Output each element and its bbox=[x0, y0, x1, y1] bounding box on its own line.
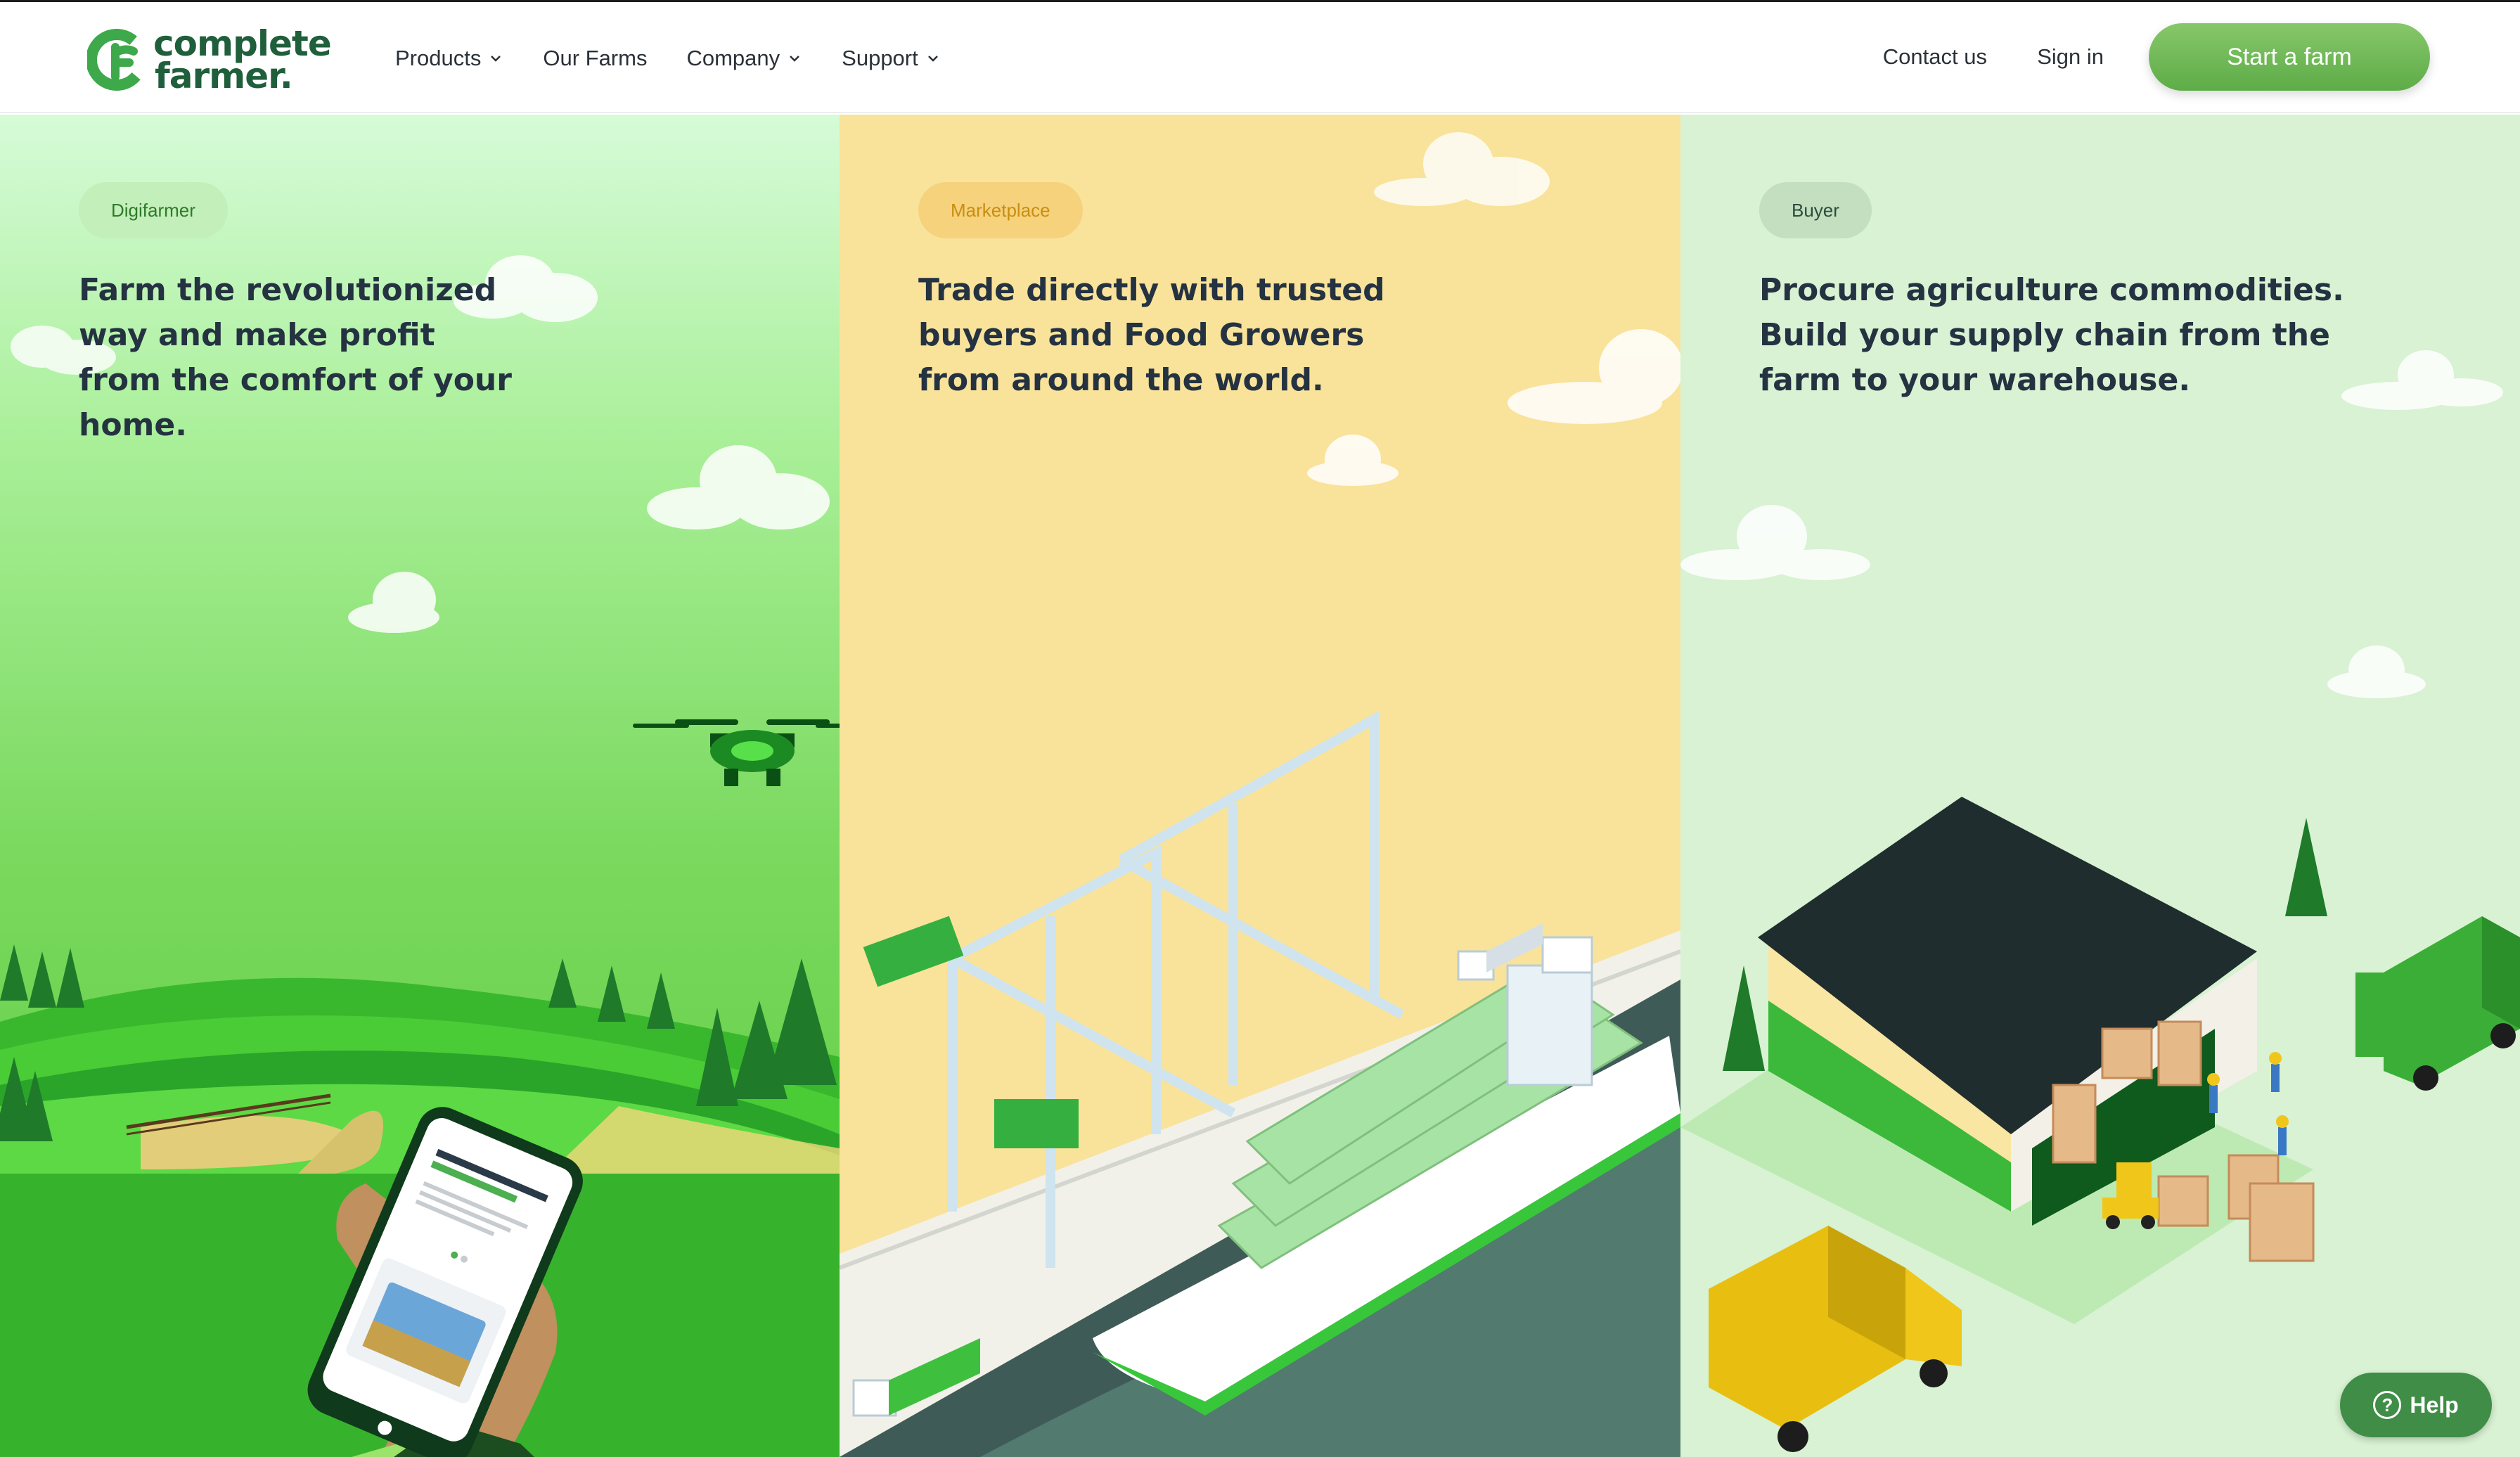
nav-company[interactable]: Company bbox=[686, 46, 802, 71]
truck-icon bbox=[1709, 1226, 1962, 1452]
start-a-farm-button[interactable]: Start a farm bbox=[2149, 23, 2430, 91]
tag-buyer: Buyer bbox=[1759, 182, 1872, 238]
nav-support[interactable]: Support bbox=[842, 46, 941, 71]
nav-products[interactable]: Products bbox=[395, 46, 503, 71]
help-label: Help bbox=[2410, 1392, 2459, 1418]
digifarmer-panel[interactable]: Digifarmer Farm the revolutionized way a… bbox=[0, 115, 840, 1457]
nav-products-label: Products bbox=[395, 46, 482, 70]
cloud-icon bbox=[1307, 435, 1399, 486]
logo[interactable]: complete farmer. bbox=[86, 23, 340, 96]
cloud-icon bbox=[2327, 646, 2426, 698]
cloud-icon bbox=[1374, 132, 1550, 206]
truck-icon bbox=[2355, 916, 2520, 1091]
logo-line-2: farmer. bbox=[155, 56, 293, 96]
cloud-icon bbox=[1508, 329, 1680, 424]
logo-mark-icon bbox=[86, 27, 148, 92]
nav-our-farms-label: Our Farms bbox=[543, 46, 648, 70]
buyer-panel[interactable]: Buyer Procure agriculture commodities. B… bbox=[1680, 115, 2520, 1457]
chevron-down-icon bbox=[790, 56, 800, 62]
digifarmer-headline: Farm the revolutionized way and make pro… bbox=[79, 272, 512, 443]
buyer-headline: Procure agriculture commodities. Build y… bbox=[1759, 272, 2344, 398]
question-icon: ? bbox=[2373, 1391, 2402, 1419]
marketplace-panel[interactable]: Marketplace Trade directly with trusted … bbox=[840, 115, 1680, 1457]
nav-company-label: Company bbox=[686, 46, 780, 70]
marketplace-headline: Trade directly with trusted buyers and F… bbox=[918, 272, 1385, 398]
sign-in-link[interactable]: Sign in bbox=[2037, 44, 2104, 70]
drone-icon bbox=[633, 719, 840, 786]
cloud-icon bbox=[1680, 505, 1870, 580]
contact-us-link[interactable]: Contact us bbox=[1883, 44, 1987, 70]
main-nav: Products Our Farms Company Support bbox=[395, 39, 980, 78]
cloud-icon bbox=[647, 445, 830, 529]
help-button[interactable]: ? Help bbox=[2340, 1373, 2492, 1437]
nav-our-farms[interactable]: Our Farms bbox=[543, 46, 647, 71]
logo-text: complete farmer. bbox=[153, 26, 332, 96]
tag-marketplace: Marketplace bbox=[918, 182, 1083, 238]
chevron-down-icon bbox=[927, 56, 938, 62]
cloud-icon bbox=[348, 572, 439, 633]
chevron-down-icon bbox=[491, 56, 501, 62]
nav-support-label: Support bbox=[842, 46, 918, 70]
site-header: complete farmer. Products Our Farms Comp… bbox=[0, 2, 2520, 113]
tag-digifarmer: Digifarmer bbox=[79, 182, 228, 238]
